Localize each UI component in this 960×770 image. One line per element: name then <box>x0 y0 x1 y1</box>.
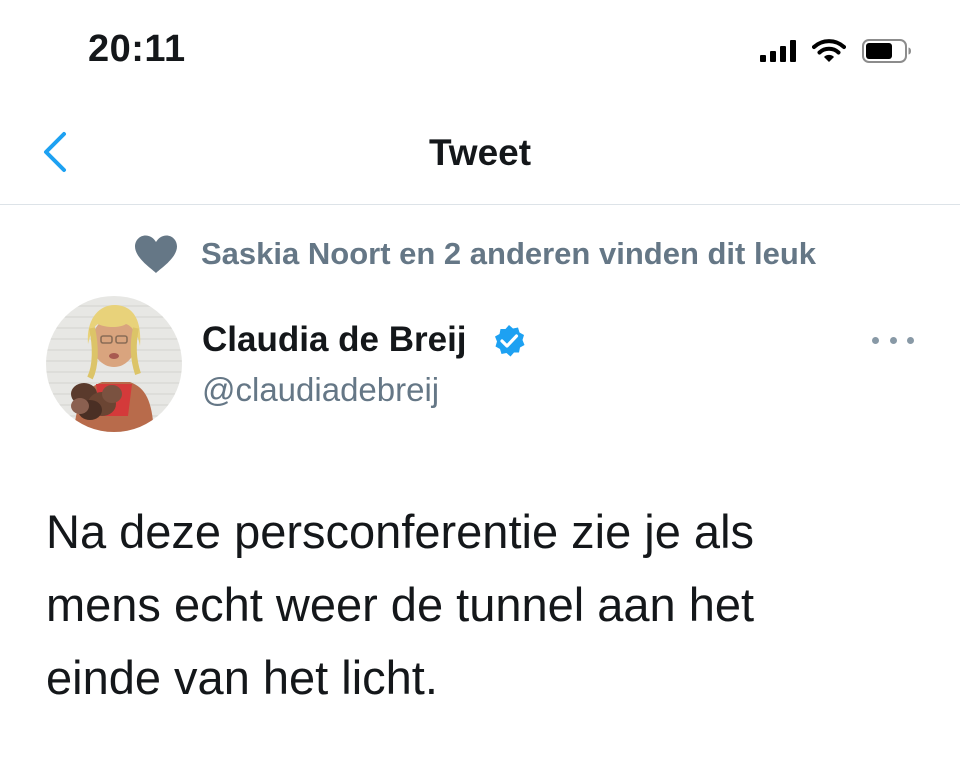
author-handle[interactable]: @claudiadebreij <box>202 371 439 409</box>
more-options-icon[interactable] <box>872 330 914 350</box>
tweet-text: Na deze persconferentie zie je als mens … <box>46 495 926 714</box>
social-context-row[interactable]: Saskia Noort en 2 anderen vinden dit leu… <box>133 232 816 276</box>
heart-icon <box>135 235 177 273</box>
author-display-name[interactable]: Claudia de Breij <box>202 320 467 360</box>
verified-badge-icon <box>495 325 525 357</box>
status-icons <box>760 36 912 66</box>
tweet-text-line: mens echt weer de tunnel aan het <box>46 578 755 631</box>
avatar[interactable] <box>46 296 182 432</box>
navigation-bar: Tweet <box>0 100 960 205</box>
avatar-photo <box>71 304 154 432</box>
liked-by-text[interactable]: Saskia Noort en 2 anderen vinden dit leu… <box>201 236 816 272</box>
battery-icon <box>862 39 911 63</box>
tweet-text-line: Na deze persconferentie zie je als <box>46 505 755 558</box>
page-title: Tweet <box>428 132 532 173</box>
tweet-text-line: einde van het licht. <box>46 651 438 704</box>
cellular-signal-icon <box>760 40 796 62</box>
wifi-icon <box>812 39 846 62</box>
status-bar: 20:11 <box>0 0 960 100</box>
status-time: 20:11 <box>88 28 186 70</box>
